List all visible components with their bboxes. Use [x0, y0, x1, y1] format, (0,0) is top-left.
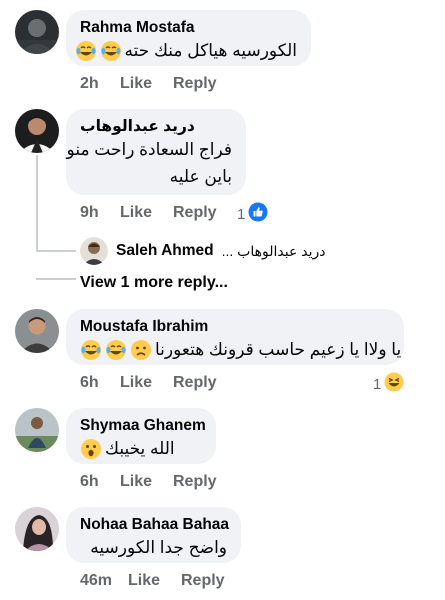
comment-author[interactable]: Nohaa Bahaa Bahaa [80, 515, 229, 534]
comment-author[interactable]: Rahma Mostafa [80, 18, 297, 37]
reaction-count: 1 [373, 375, 382, 393]
avatar[interactable] [80, 237, 108, 265]
comment-timestamp[interactable]: 46m [80, 572, 128, 590]
reply-button[interactable]: Reply [173, 75, 217, 93]
comment-bubble[interactable]: Nohaa Bahaa Bahaa واضح جدا الكورسيه [66, 507, 241, 563]
avatar[interactable] [15, 10, 59, 54]
comment-author[interactable]: دريد عبدالوهاب [80, 117, 232, 136]
avatar[interactable] [15, 109, 59, 153]
like-button[interactable]: Like [120, 374, 173, 392]
reaction-summary[interactable]: 1 [237, 202, 268, 226]
emoji-laugh-cry-icon [80, 339, 102, 361]
like-reaction-icon [248, 202, 268, 226]
reply-preview-text: دريد عبدالوهاب ... [221, 242, 326, 259]
like-button[interactable]: Like [120, 75, 173, 93]
reply-button[interactable]: Reply [173, 473, 217, 491]
comment-timestamp[interactable]: 6h [80, 473, 120, 491]
comment-author[interactable]: Moustafa Ibrahim [80, 317, 390, 336]
emoji-wow-icon [80, 438, 102, 460]
comment-actions: 6h Like Reply [80, 473, 217, 491]
comment-timestamp[interactable]: 6h [80, 374, 120, 392]
like-button[interactable]: Like [128, 572, 181, 590]
comment-timestamp[interactable]: 2h [80, 75, 120, 93]
thread-line [36, 155, 38, 252]
comment-actions: 9h Like Reply [80, 204, 217, 222]
haha-reaction-icon [384, 372, 404, 396]
comment-bubble[interactable]: Rahma Mostafa الكورسيه هياكل منك حته [66, 10, 311, 66]
avatar[interactable] [15, 309, 59, 353]
comment-text: الكورسيه هياكل منك حته [124, 41, 298, 60]
emoji-laugh-cry-icon [100, 40, 122, 62]
comment-actions: 46m Like Reply [80, 572, 225, 590]
comment-text: واضح جدا الكورسيه [90, 538, 227, 557]
comment-actions: 2h Like Reply [80, 75, 217, 93]
like-button[interactable]: Like [120, 204, 173, 222]
comment-bubble[interactable]: دريد عبدالوهاب فراج السعادة راحت منو باي… [66, 109, 246, 195]
emoji-sad-icon [130, 339, 152, 361]
thread-line [36, 250, 76, 252]
thread-line [36, 278, 76, 280]
comment-timestamp[interactable]: 9h [80, 204, 120, 222]
comment-text-line-1: فراج السعادة راحت منو [66, 140, 232, 159]
avatar[interactable] [15, 408, 59, 452]
like-button[interactable]: Like [120, 473, 173, 491]
reply-button[interactable]: Reply [173, 204, 217, 222]
reaction-summary[interactable]: 1 [373, 372, 404, 396]
view-more-replies-link[interactable]: View 1 more reply... [80, 274, 228, 292]
comment-bubble[interactable]: Moustafa Ibrahim يا ولاا يا زعيم حاسب قر… [66, 309, 404, 365]
comment-text-line-2: باين عليه [169, 167, 232, 186]
emoji-laugh-cry-icon [75, 40, 97, 62]
reply-author[interactable]: Saleh Ahmed [116, 242, 214, 260]
emoji-laugh-cry-icon [105, 339, 127, 361]
comment-text: الله يخيبك [105, 439, 175, 458]
comment-actions: 6h Like Reply [80, 374, 217, 392]
comment-author[interactable]: Shymaa Ghanem [80, 416, 206, 435]
reaction-count: 1 [237, 205, 246, 223]
reply-button[interactable]: Reply [173, 374, 217, 392]
reply-button[interactable]: Reply [181, 572, 225, 590]
avatar[interactable] [15, 507, 59, 551]
comment-bubble[interactable]: Shymaa Ghanem الله يخيبك [66, 408, 216, 464]
comment-text: يا ولاا يا زعيم حاسب قرونك هتعورنا [155, 340, 402, 359]
reply-preview[interactable]: Saleh Ahmed دريد عبدالوهاب ... [80, 237, 325, 265]
